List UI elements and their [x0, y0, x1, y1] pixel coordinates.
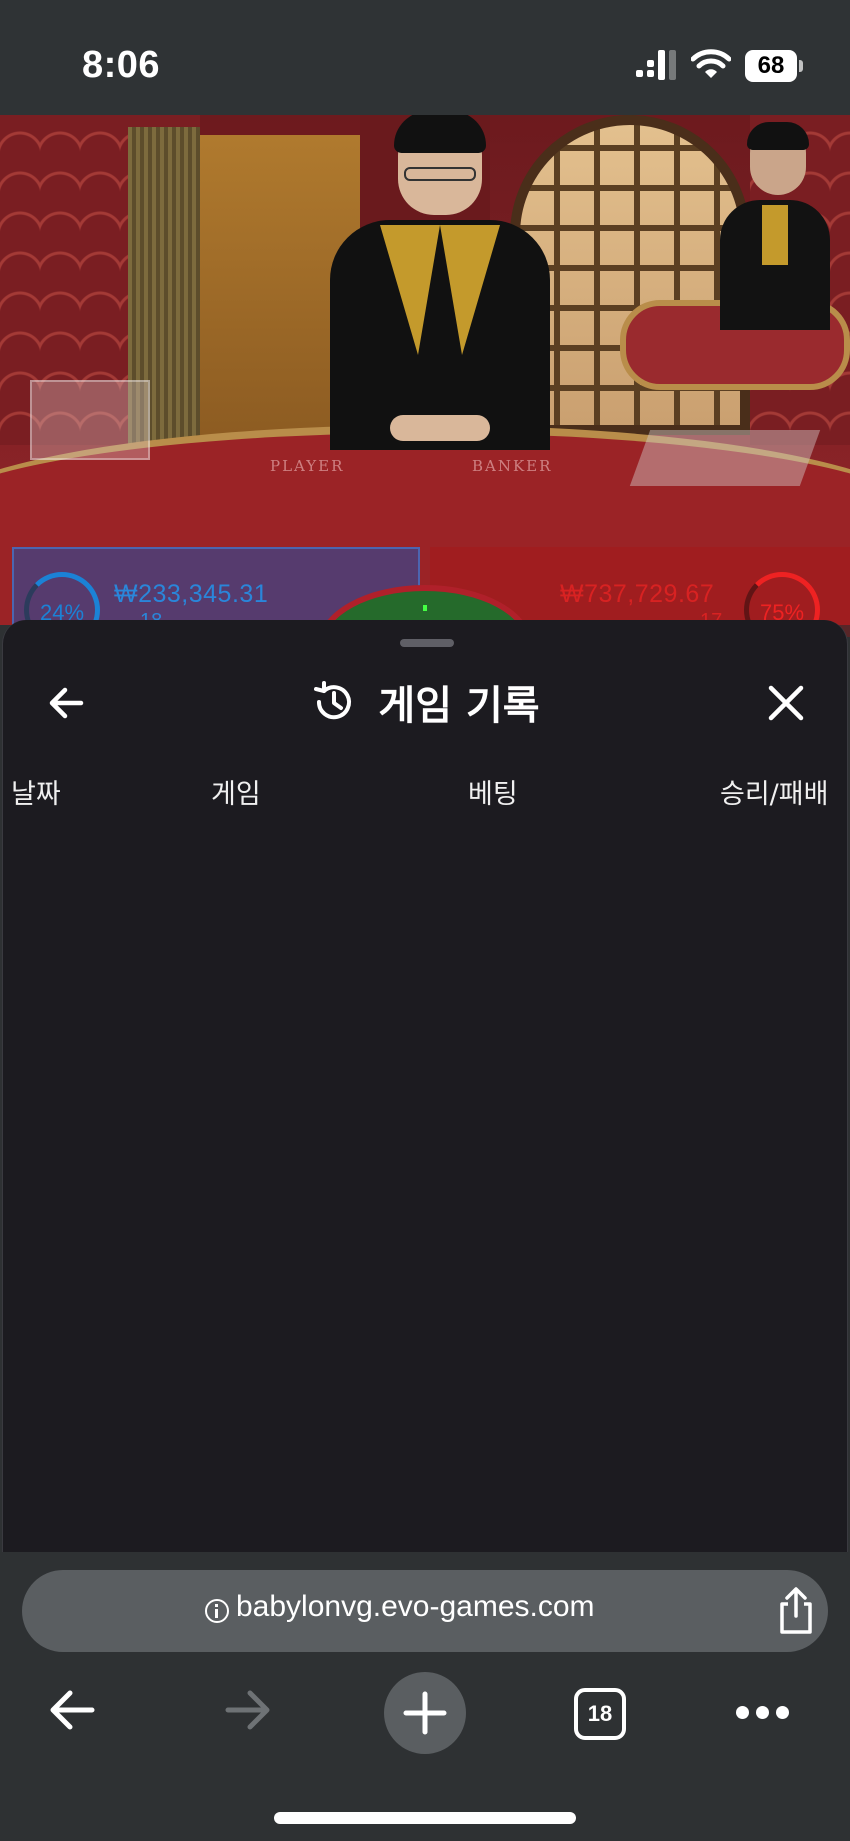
wifi-icon: [691, 49, 731, 78]
card-shoe: [629, 430, 821, 486]
share-icon[interactable]: [774, 1586, 818, 1636]
info-icon[interactable]: [205, 1599, 229, 1623]
table-label-player: PLAYER: [270, 457, 345, 475]
column-header-win-loss[interactable]: 승리/패배: [720, 772, 828, 811]
dealer: [320, 115, 560, 450]
status-bar: 8:06 68: [0, 0, 850, 115]
back-arrow-icon[interactable]: [44, 1682, 100, 1738]
player-bet-amount: ₩233,345.31: [114, 580, 269, 608]
tabs-icon[interactable]: 18: [574, 1688, 626, 1740]
game-history-sheet: 게임 기록 날짜 게임 베팅 승리/패배: [2, 620, 848, 1555]
card-holder: [30, 380, 150, 460]
battery-icon: 68: [745, 50, 803, 82]
table-label-banker: BANKER: [472, 457, 553, 475]
sheet-title: 게임 기록: [378, 683, 540, 729]
history-icon: [314, 681, 352, 720]
column-header-date[interactable]: 날짜: [11, 772, 61, 811]
battery-level: 68: [745, 50, 797, 82]
forward-arrow-icon[interactable]: [220, 1682, 276, 1738]
sheet-header: 게임 기록: [3, 672, 847, 732]
close-icon[interactable]: [759, 676, 813, 730]
new-tab-button[interactable]: [384, 1672, 466, 1754]
banker-bet-amount: ₩737,729.67: [560, 580, 715, 608]
browser-toolbar: babylonvg.evo-games.com 18: [0, 1552, 850, 1841]
column-header-game[interactable]: 게임: [211, 772, 261, 811]
column-header-bet[interactable]: 베팅: [468, 772, 518, 811]
url-text[interactable]: babylonvg.evo-games.com: [236, 1590, 595, 1624]
cellular-signal-icon: [636, 50, 678, 82]
plus-icon: [403, 1691, 447, 1735]
status-time: 8:06: [82, 44, 161, 86]
background-dealer: [720, 122, 830, 330]
sheet-grabber[interactable]: [400, 639, 454, 647]
address-bar[interactable]: babylonvg.evo-games.com: [22, 1570, 828, 1652]
home-indicator[interactable]: [274, 1812, 576, 1824]
more-icon[interactable]: [736, 1706, 790, 1720]
